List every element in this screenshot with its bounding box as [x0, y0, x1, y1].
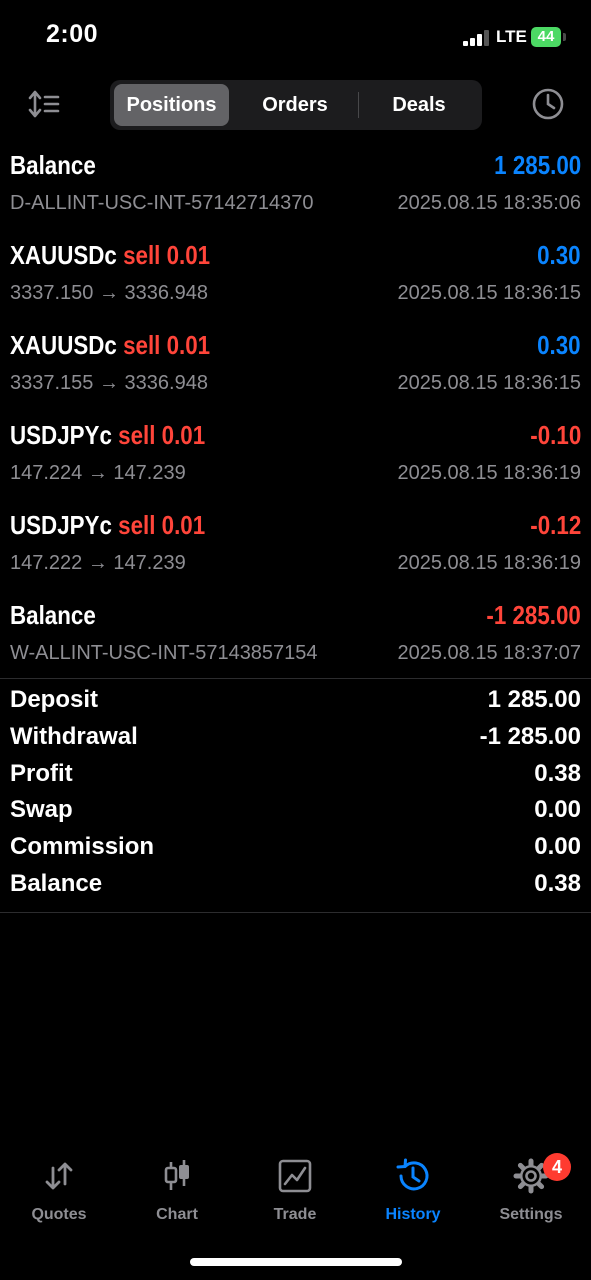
signal-icon [463, 30, 491, 46]
tab-trade[interactable]: Trade [236, 1150, 354, 1230]
item-title: USDJPYc sell 0.01 [10, 510, 206, 540]
segment-positions[interactable]: Positions [114, 84, 229, 126]
item-detail: 3337.155 → 3336.948 [10, 372, 208, 394]
home-indicator[interactable] [190, 1258, 402, 1266]
item-title: XAUUSDc sell 0.01 [10, 240, 211, 270]
item-time: 2025.08.15 18:36:19 [397, 552, 581, 574]
summary-row: Profit 0.38 [0, 760, 591, 797]
item-value: -0.12 [530, 510, 581, 540]
list-item[interactable]: Balance -1 285.00 W-ALLINT-USC-INT-57143… [0, 594, 591, 684]
item-title: USDJPYc sell 0.01 [10, 420, 206, 450]
tab-quotes[interactable]: Quotes [0, 1150, 118, 1230]
item-value: 1 285.00 [493, 150, 581, 180]
period-clock-icon[interactable] [530, 86, 566, 122]
battery-icon: 44 [531, 27, 561, 47]
history-list: Balance 1 285.00 D-ALLINT-USC-INT-571427… [0, 144, 591, 684]
summary-label: Profit [10, 759, 73, 787]
item-side: sell 0.01 [123, 330, 211, 360]
summary-label: Withdrawal [10, 722, 138, 750]
item-side: sell 0.01 [118, 420, 206, 450]
summary-label: Swap [10, 796, 73, 824]
history-segmented-control: Positions Orders Deals [110, 80, 482, 130]
list-item[interactable]: USDJPYc sell 0.01 -0.10 147.224 → 147.23… [0, 414, 591, 504]
tab-history[interactable]: History [354, 1150, 472, 1230]
list-item[interactable]: XAUUSDc sell 0.01 0.30 3337.155 → 3336.9… [0, 324, 591, 414]
item-detail: 147.222 → 147.239 [10, 552, 186, 574]
item-time: 2025.08.15 18:37:07 [397, 642, 581, 664]
item-side: sell 0.01 [123, 240, 211, 270]
item-time: 2025.08.15 18:35:06 [397, 192, 581, 214]
tab-settings[interactable]: Settings [472, 1150, 590, 1230]
segment-divider [358, 92, 359, 118]
list-item[interactable]: XAUUSDc sell 0.01 0.30 3337.150 → 3336.9… [0, 234, 591, 324]
item-title: Balance [10, 600, 96, 630]
summary-section: Deposit 1 285.00 Withdrawal -1 285.00 Pr… [0, 686, 591, 907]
sort-icon[interactable] [26, 88, 62, 120]
trade-chart-icon [278, 1159, 312, 1193]
item-value: -1 285.00 [486, 600, 581, 630]
item-time: 2025.08.15 18:36:15 [397, 282, 581, 304]
tab-label: History [385, 1206, 441, 1223]
segment-orders[interactable]: Orders [234, 84, 356, 126]
item-time: 2025.08.15 18:36:19 [397, 462, 581, 484]
tab-label: Trade [273, 1206, 317, 1223]
item-value: -0.10 [530, 420, 581, 450]
status-time: 2:00 [46, 20, 99, 48]
tab-label: Settings [499, 1206, 563, 1223]
divider [0, 678, 591, 679]
segment-deals[interactable]: Deals [360, 84, 478, 126]
status-bar: 2:00 LTE 44 [0, 0, 591, 72]
history-toolbar: Positions Orders Deals [0, 78, 591, 132]
summary-row: Commission 0.00 [0, 833, 591, 870]
summary-value: 0.00 [534, 833, 581, 861]
item-title: XAUUSDc sell 0.01 [10, 330, 211, 360]
summary-label: Balance [10, 869, 103, 897]
quotes-arrows-icon [45, 1162, 73, 1190]
summary-label: Deposit [10, 686, 99, 713]
item-time: 2025.08.15 18:36:15 [397, 372, 581, 394]
tab-chart[interactable]: Chart [118, 1150, 236, 1230]
item-detail: 3337.150 → 3336.948 [10, 282, 208, 304]
history-clock-icon [396, 1158, 429, 1191]
summary-value: 0.38 [534, 869, 581, 897]
settings-badge: 4 [543, 1153, 571, 1181]
summary-value: -1 285.00 [479, 722, 581, 750]
summary-row: Withdrawal -1 285.00 [0, 723, 591, 760]
summary-row: Deposit 1 285.00 [0, 686, 591, 723]
candlestick-icon [164, 1160, 189, 1190]
battery-tip [563, 33, 566, 41]
summary-label: Commission [10, 833, 155, 861]
item-detail: 147.224 → 147.239 [10, 462, 186, 484]
item-detail: W-ALLINT-USC-INT-57143857154 [10, 642, 318, 664]
tab-bar: Quotes Chart Trade History Settings [0, 1150, 591, 1240]
summary-row: Balance 0.38 [0, 870, 591, 907]
divider [0, 912, 591, 913]
summary-value: 0.38 [534, 759, 581, 787]
network-type: LTE [496, 27, 527, 46]
item-detail: D-ALLINT-USC-INT-57142714370 [10, 192, 314, 214]
tab-label: Quotes [31, 1206, 87, 1223]
item-value: 0.30 [537, 240, 581, 270]
summary-value: 0.00 [534, 796, 581, 824]
list-item[interactable]: Balance 1 285.00 D-ALLINT-USC-INT-571427… [0, 144, 591, 234]
tab-label: Chart [156, 1206, 198, 1223]
item-value: 0.30 [537, 330, 581, 360]
list-item[interactable]: USDJPYc sell 0.01 -0.12 147.222 → 147.23… [0, 504, 591, 594]
item-side: sell 0.01 [118, 510, 206, 540]
summary-value: 1 285.00 [487, 686, 581, 713]
item-title: Balance [10, 150, 96, 180]
summary-row: Swap 0.00 [0, 796, 591, 833]
